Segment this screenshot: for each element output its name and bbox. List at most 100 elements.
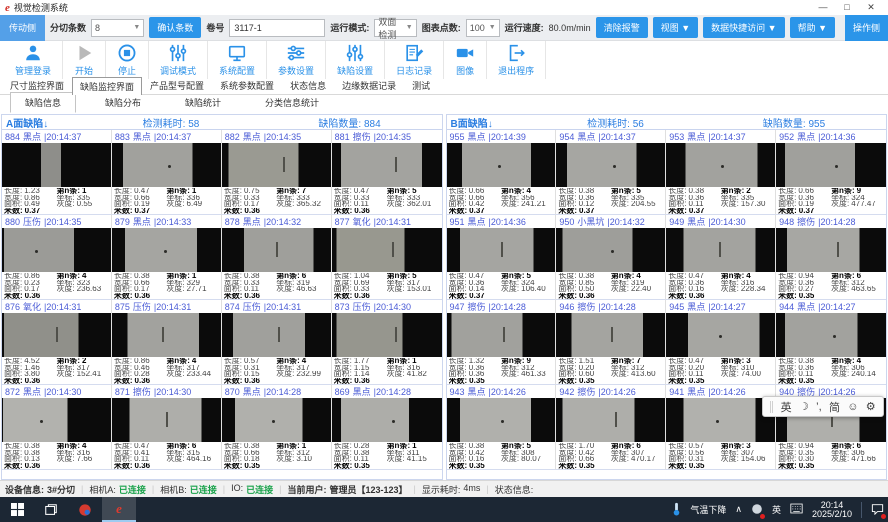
defect-thumbnail[interactable]: [666, 143, 775, 187]
tray-expand-chevron[interactable]: ∧: [735, 504, 742, 515]
start-button[interactable]: [0, 497, 34, 522]
defect-cell[interactable]: 954黑点|20:14:37长度:0.38宽度:0.36面积:0.12米数:0.…: [556, 130, 666, 215]
ime-simplified-toggle[interactable]: 简: [829, 399, 840, 415]
defect-thumbnail[interactable]: [447, 313, 556, 357]
defect-cell[interactable]: 951黑点|20:14:36长度:0.47宽度:0.36面积:0.14米数:0.…: [447, 215, 557, 300]
debug-mode-button[interactable]: 调试模式: [149, 41, 208, 79]
start-button[interactable]: 开始: [63, 41, 106, 79]
tab-6[interactable]: 边缘数据记录: [334, 76, 404, 94]
active-app-button[interactable]: e: [102, 497, 136, 522]
clear-alarm-button[interactable]: 清除报警: [596, 17, 648, 38]
defect-thumbnail[interactable]: [112, 228, 221, 272]
defect-cell[interactable]: 876氧化|20:14:31长度:4.52宽度:1.46面积:3.80米数:0.…: [2, 300, 112, 385]
drive-side-button[interactable]: 传动侧: [0, 15, 45, 41]
defect-thumbnail[interactable]: [556, 143, 665, 187]
defect-thumbnail[interactable]: [222, 313, 331, 357]
defect-cell[interactable]: 873压伤|20:14:30长度:1.77宽度:1.15面积:1.14米数:0.…: [332, 300, 442, 385]
system-config-button[interactable]: 系统配置: [208, 41, 267, 79]
defect-cell[interactable]: 941黑点|20:14:26长度:0.57宽度:0.56面积:0.31米数:0.…: [666, 385, 776, 470]
defect-thumbnail[interactable]: [556, 398, 665, 442]
defect-thumbnail[interactable]: [332, 398, 442, 442]
subtab-2[interactable]: 缺陷分布: [90, 92, 156, 113]
ime-indicator[interactable]: 英: [772, 503, 781, 516]
notification-app-icon[interactable]: [751, 503, 763, 517]
defect-cell[interactable]: 871擦伤|20:14:30长度:0.47宽度:0.41面积:0.11米数:0.…: [112, 385, 222, 470]
defect-cell[interactable]: 875压伤|20:14:31长度:0.86宽度:0.46面积:0.28米数:0.…: [112, 300, 222, 385]
defect-cell[interactable]: 953黑点|20:14:37长度:0.38宽度:0.36面积:0.11米数:0.…: [666, 130, 776, 215]
defect-thumbnail[interactable]: [447, 228, 556, 272]
defect-thumbnail[interactable]: [776, 228, 886, 272]
defect-cell[interactable]: 879黑点|20:14:33长度:0.38宽度:0.66面积:0.17米数:0.…: [112, 215, 222, 300]
image-button[interactable]: 图像: [444, 41, 487, 79]
strip-count-select[interactable]: 8▼: [91, 19, 144, 37]
view-menu-button[interactable]: 视图 ▼: [653, 17, 698, 38]
defect-thumbnail[interactable]: [2, 313, 111, 357]
panel-a-title[interactable]: A面缺陷↓: [2, 115, 143, 130]
defect-cell[interactable]: 948擦伤|20:14:28长度:0.94宽度:0.36面积:0.27米数:0.…: [776, 215, 886, 300]
defect-thumbnail[interactable]: [666, 313, 775, 357]
defect-thumbnail[interactable]: [666, 228, 775, 272]
ime-lang-toggle[interactable]: 英: [781, 399, 792, 415]
defect-thumbnail[interactable]: [222, 143, 331, 187]
weather-text[interactable]: 气温下降: [690, 503, 726, 516]
defect-cell[interactable]: 943黑点|20:14:26长度:0.38宽度:0.42面积:0.16米数:0.…: [447, 385, 557, 470]
tab-7[interactable]: 测试: [404, 76, 438, 94]
help-menu-button[interactable]: 帮助 ▼: [790, 17, 835, 38]
defect-thumbnail[interactable]: [556, 228, 665, 272]
minimize-button[interactable]: —: [811, 2, 835, 13]
maximize-button[interactable]: □: [835, 2, 859, 13]
defect-cell[interactable]: 881擦伤|20:14:35长度:0.47宽度:0.33面积:0.11米数:0.…: [332, 130, 442, 215]
exit-program-button[interactable]: 退出程序: [487, 41, 546, 79]
roll-number-input[interactable]: [229, 19, 325, 37]
ime-toolbar[interactable]: 英 ☽ ’, 简 ☺ ⚙: [762, 396, 884, 417]
admin-login-button[interactable]: 管理登录: [4, 41, 63, 79]
defect-thumbnail[interactable]: [222, 398, 331, 442]
defect-cell[interactable]: 878黑点|20:14:32长度:0.38宽度:0.33面积:0.11米数:0.…: [222, 215, 332, 300]
defect-cell[interactable]: 880压伤|20:14:35长度:0.86宽度:0.23面积:0.17米数:0.…: [2, 215, 112, 300]
defect-cell[interactable]: 874压伤|20:14:31长度:0.57宽度:0.31面积:0.15米数:0.…: [222, 300, 332, 385]
defect-cell[interactable]: 950小黑坑|20:14:32长度:0.38宽度:0.85面积:0.50米数:0…: [556, 215, 666, 300]
defect-cell[interactable]: 882黑点|20:14:35长度:0.75宽度:0.33面积:0.17米数:0.…: [222, 130, 332, 215]
panel-b-title[interactable]: B面缺陷↓: [447, 115, 588, 130]
defect-thumbnail[interactable]: [332, 228, 442, 272]
defect-cell[interactable]: 949黑点|20:14:30长度:0.47宽度:0.36面积:0.16米数:0.…: [666, 215, 776, 300]
defect-cell[interactable]: 869黑点|20:14:28长度:0.28宽度:0.38面积:0.11米数:0.…: [332, 385, 442, 470]
defect-thumbnail[interactable]: [332, 313, 442, 357]
subtab-1[interactable]: 缺陷信息: [10, 92, 76, 113]
defect-thumbnail[interactable]: [112, 143, 221, 187]
taskbar-clock[interactable]: 20:14 2025/2/10: [812, 501, 852, 519]
defect-cell[interactable]: 884黑点|20:14:37长度:1.23宽度:0.86面积:0.49米数:0.…: [2, 130, 112, 215]
defect-cell[interactable]: 877氧化|20:14:31长度:1.04宽度:0.69面积:0.33米数:0.…: [332, 215, 442, 300]
ime-punctuation-toggle[interactable]: ’,: [816, 401, 822, 413]
parameter-settings-button[interactable]: 参数设置: [267, 41, 326, 79]
data-quick-access-button[interactable]: 数据快捷访问 ▼: [703, 17, 784, 38]
pinned-app-icon[interactable]: [68, 497, 102, 522]
chart-points-select[interactable]: 100▼: [466, 19, 500, 37]
tab-2[interactable]: 缺陷监控界面: [72, 77, 142, 95]
subtab-3[interactable]: 缺陷统计: [170, 92, 236, 113]
defect-thumbnail[interactable]: [776, 143, 886, 187]
defect-thumbnail[interactable]: [112, 398, 221, 442]
defect-thumbnail[interactable]: [2, 398, 111, 442]
defect-thumbnail[interactable]: [112, 313, 221, 357]
touch-keyboard-icon[interactable]: [790, 503, 803, 516]
defect-cell[interactable]: 946擦伤|20:14:28长度:1.51宽度:0.20面积:0.60米数:0.…: [556, 300, 666, 385]
defect-thumbnail[interactable]: [332, 143, 442, 187]
subtab-4[interactable]: 分类信息统计: [250, 92, 334, 113]
run-mode-select[interactable]: 双面检测▼: [374, 19, 416, 37]
defect-cell[interactable]: 883黑点|20:14:37长度:0.47宽度:0.66面积:0.19米数:0.…: [112, 130, 222, 215]
close-button[interactable]: ✕: [859, 2, 883, 13]
defect-cell[interactable]: 952黑点|20:14:36长度:0.66宽度:0.36面积:0.19米数:0.…: [776, 130, 886, 215]
operator-side-button[interactable]: 操作侧: [845, 15, 888, 41]
action-center-icon[interactable]: [871, 503, 884, 517]
defect-cell[interactable]: 955黑点|20:14:39长度:0.66宽度:0.66面积:0.42米数:0.…: [447, 130, 557, 215]
defect-thumbnail[interactable]: [447, 398, 556, 442]
task-view-button[interactable]: [34, 497, 68, 522]
defect-thumbnail[interactable]: [2, 143, 111, 187]
defect-thumbnail[interactable]: [556, 313, 665, 357]
ime-grip-handle[interactable]: [770, 401, 773, 413]
defect-cell[interactable]: 945黑点|20:14:27长度:0.47宽度:0.20面积:0.11米数:0.…: [666, 300, 776, 385]
defect-cell[interactable]: 947擦伤|20:14:28长度:1.32宽度:0.36面积:0.36米数:0.…: [447, 300, 557, 385]
ime-fullwidth-moon-icon[interactable]: ☽: [799, 400, 809, 413]
ime-settings-gear-icon[interactable]: ⚙: [866, 400, 876, 413]
